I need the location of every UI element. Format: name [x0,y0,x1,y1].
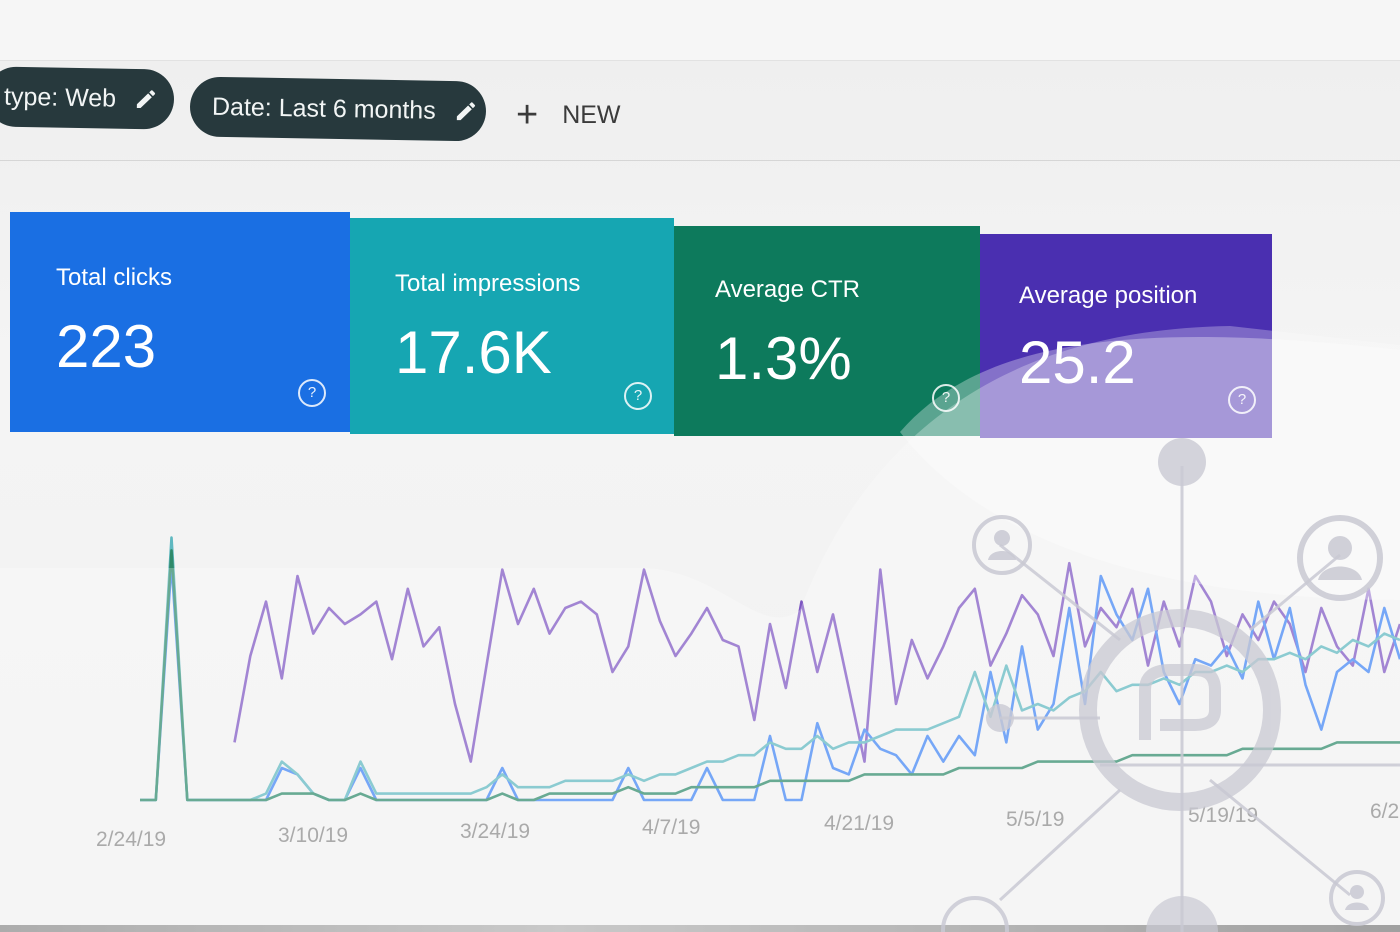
position-series-line [233,561,1400,763]
impressions-series-line [140,536,1400,802]
average-ctr-value: 1.3% [715,325,852,392]
total-impressions-label: Total impressions [395,270,581,297]
x-axis-tick-label: 5/5/19 [1006,808,1065,831]
search-console-screen: type: Web Date: Last 6 months + NEW Tota… [0,0,1400,925]
clicks-series-line [140,561,1400,802]
monitor-bezel [0,925,1400,932]
top-toolbar [0,0,1400,61]
average-ctr-label: Average CTR [715,276,860,303]
help-icon[interactable]: ? [1228,386,1256,414]
x-axis-tick-label: 2/24/19 [96,828,167,851]
average-ctr-card[interactable]: Average CTR 1.3% ? [674,226,980,436]
x-axis-tick-label: 5/19/19 [1188,804,1259,827]
search-type-filter-chip[interactable]: type: Web [0,66,175,130]
plus-icon: + [516,94,539,136]
x-axis-tick-label: 3/24/19 [460,820,531,843]
search-type-filter-label: type: Web [3,82,117,113]
x-axis-tick-label: 6/2 [1370,800,1400,823]
x-axis-tick-label: 4/21/19 [824,812,895,835]
average-position-value: 25.2 [1019,329,1136,396]
date-range-filter-chip[interactable]: Date: Last 6 months [189,76,487,142]
x-axis-tick-label: 3/10/19 [278,824,349,847]
performance-chart-svg [140,536,1400,802]
edit-pencil-icon[interactable] [134,87,158,111]
total-clicks-label: Total clicks [56,264,173,291]
total-clicks-value: 223 [56,313,157,380]
help-icon[interactable]: ? [932,384,960,412]
total-clicks-card[interactable]: Total clicks 223 ? [10,212,350,432]
x-axis-tick-label: 4/7/19 [642,816,701,839]
new-filter-label: NEW [562,100,621,129]
edit-pencil-icon[interactable] [454,99,478,123]
performance-chart: 2/24/19 3/10/19 3/24/19 4/7/19 4/21/19 5/5/19… [0,440,1400,860]
ctr-series-line [140,549,1400,802]
toolbar-divider [0,160,1400,161]
total-impressions-value: 17.6K [395,319,552,386]
average-position-card[interactable]: Average position 25.2 ? [980,234,1272,438]
date-range-filter-label: Date: Last 6 months [211,92,436,125]
help-icon[interactable]: ? [624,382,652,410]
new-filter-button[interactable]: + NEW [516,90,621,140]
total-impressions-card[interactable]: Total impressions 17.6K ? [350,218,674,434]
help-icon[interactable]: ? [298,379,326,407]
average-position-label: Average position [1019,282,1198,309]
